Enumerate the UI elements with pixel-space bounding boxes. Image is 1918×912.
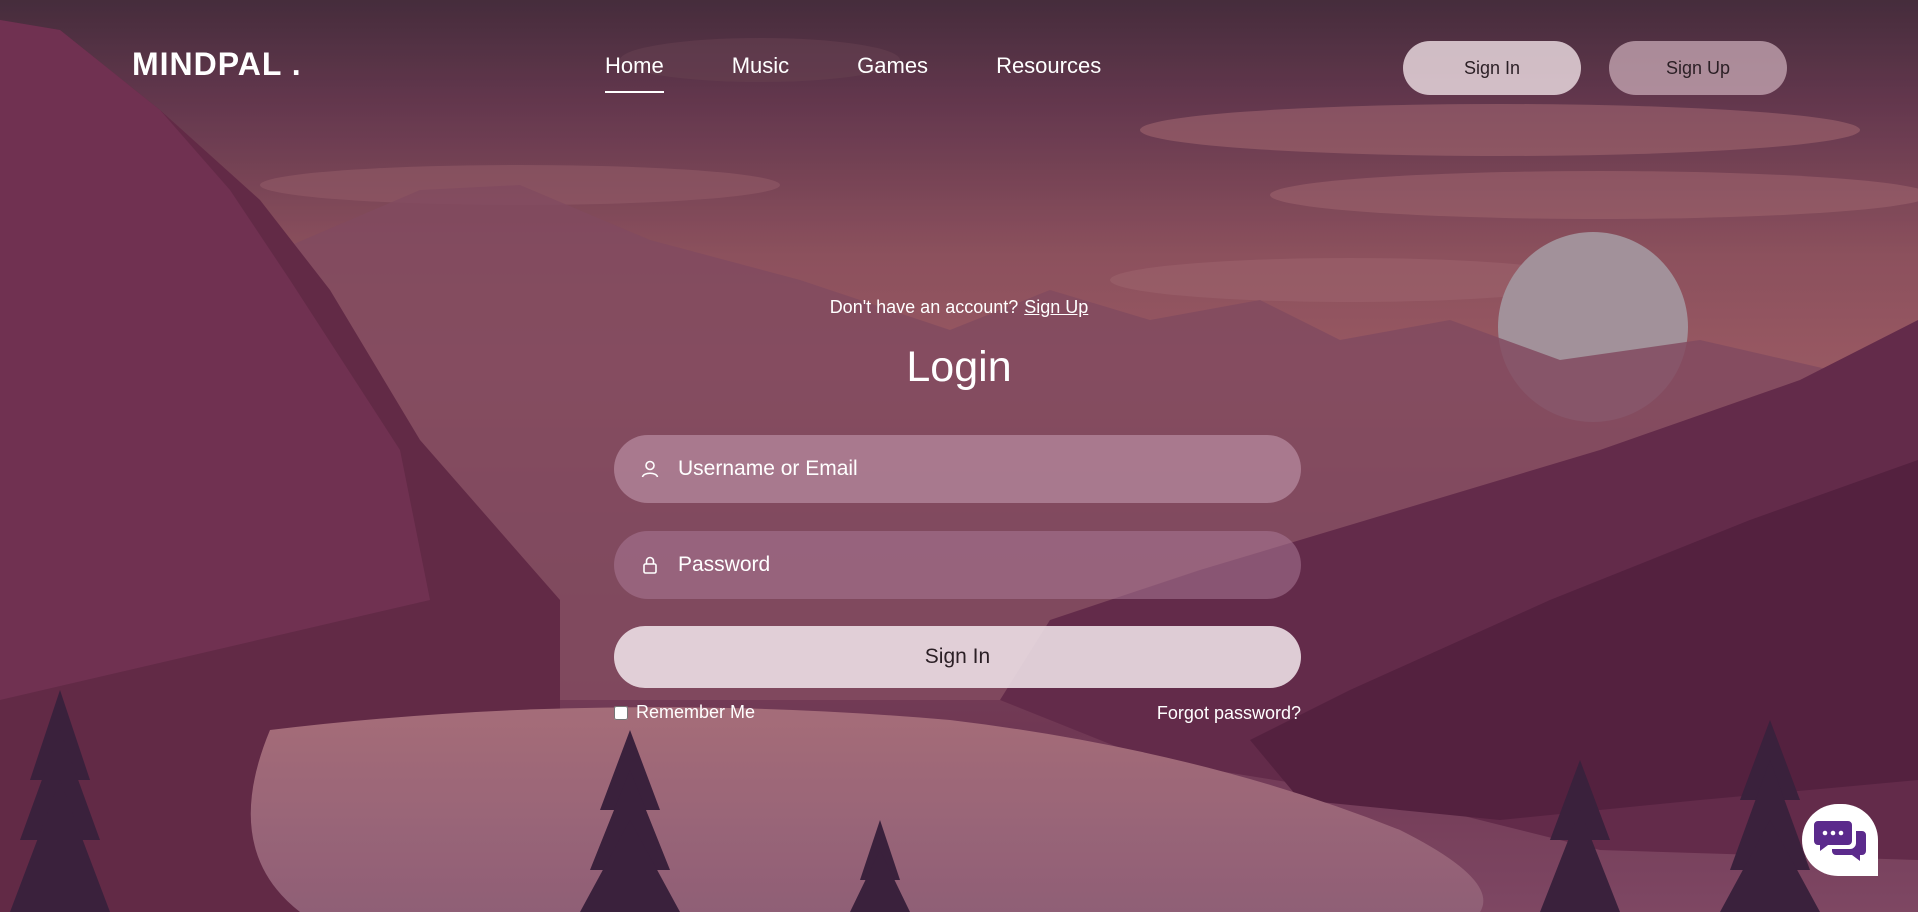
forgot-password-link[interactable]: Forgot password?: [1070, 703, 1301, 724]
user-icon: [638, 457, 662, 481]
chat-widget-button[interactable]: [1802, 804, 1878, 876]
sign-up-link[interactable]: Sign Up: [1024, 297, 1088, 317]
remember-me-checkbox[interactable]: [614, 705, 628, 720]
password-input[interactable]: [676, 552, 1260, 578]
main-nav: Home Music Games Resources: [605, 53, 1101, 93]
lock-icon: [638, 553, 662, 577]
nav-resources[interactable]: Resources: [996, 53, 1101, 93]
login-page: MINDPAL . Home Music Games Resources Sig…: [0, 0, 1918, 912]
nav-games[interactable]: Games: [857, 53, 928, 93]
chat-bubbles-icon: [1814, 821, 1866, 861]
header-sign-up-button[interactable]: Sign Up: [1609, 41, 1787, 95]
sign-in-button[interactable]: Sign In: [614, 626, 1301, 688]
nav-music[interactable]: Music: [732, 53, 789, 93]
username-field[interactable]: [614, 435, 1301, 503]
account-prompt: Don't have an account? Sign Up: [0, 297, 1918, 318]
site-logo[interactable]: MINDPAL .: [132, 46, 302, 83]
login-title: Login: [906, 343, 1012, 391]
password-field[interactable]: [614, 531, 1301, 599]
remember-me[interactable]: Remember Me: [614, 702, 755, 723]
account-prompt-text: Don't have an account?: [829, 297, 1019, 317]
username-input[interactable]: [676, 456, 1260, 482]
header-sign-in-button[interactable]: Sign In: [1403, 41, 1581, 95]
nav-home[interactable]: Home: [605, 53, 664, 93]
remember-me-label: Remember Me: [636, 702, 756, 722]
